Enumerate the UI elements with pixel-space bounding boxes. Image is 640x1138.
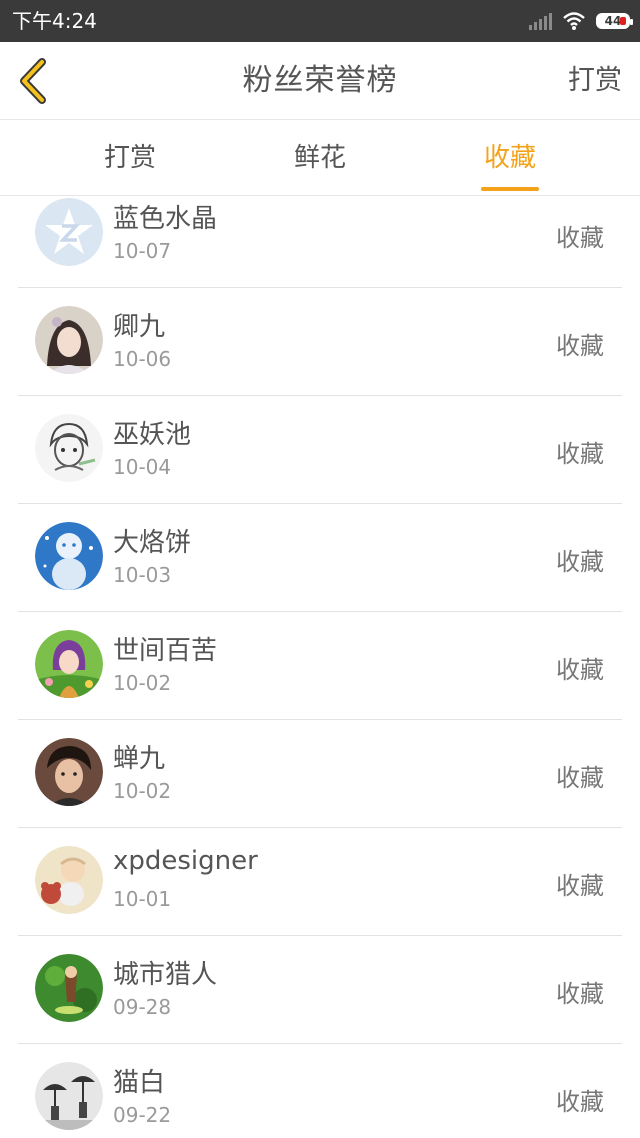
- qq-star-avatar: [35, 198, 103, 266]
- tab-label: 收藏: [483, 143, 536, 173]
- tab-flowers[interactable]: 鲜花: [260, 120, 380, 196]
- fan-name: 城市猎人: [113, 960, 218, 990]
- tab-tip[interactable]: 打赏: [70, 120, 190, 196]
- fan-name: 卿九: [113, 312, 166, 342]
- fan-tag: 收藏: [556, 548, 604, 576]
- blue-snowman-avatar: [35, 522, 103, 590]
- fan-date: 10-06: [113, 347, 172, 371]
- fan-tag: 收藏: [556, 224, 604, 252]
- fan-date: 09-22: [113, 1103, 172, 1127]
- fan-date: 10-01: [113, 887, 172, 911]
- fan-name: xpdesigner: [113, 846, 258, 876]
- list-item[interactable]: 猫白 09-22 收藏: [18, 1044, 622, 1138]
- tip-button[interactable]: 打赏: [568, 42, 622, 120]
- page-title: 粉丝荣誉榜: [242, 63, 398, 98]
- battery-icon: 44: [596, 13, 633, 29]
- fan-tag: 收藏: [556, 764, 604, 792]
- fan-name: 巫妖池: [113, 420, 192, 450]
- fan-tag: 收藏: [556, 980, 604, 1008]
- fan-tag: 收藏: [556, 332, 604, 360]
- status-time: 下午4:24: [12, 9, 97, 33]
- tab-label: 鲜花: [293, 143, 346, 173]
- fan-name: 蝉九: [113, 744, 166, 774]
- fan-date: 10-02: [113, 671, 172, 695]
- status-icons: 44: [529, 0, 633, 42]
- active-tab-indicator: [481, 187, 539, 191]
- anime-girl-avatar: [35, 630, 103, 698]
- baby-bear-avatar: [35, 846, 103, 914]
- signal-icon: [529, 12, 552, 30]
- girl-portrait-avatar: [35, 306, 103, 374]
- sketch-boy-avatar: [35, 414, 103, 482]
- list-item[interactable]: 卿九 10-06 收藏: [18, 288, 622, 396]
- fan-date: 10-04: [113, 455, 172, 479]
- fan-date: 10-07: [113, 239, 172, 263]
- tab-favorites[interactable]: 收藏: [450, 120, 570, 196]
- tab-bar: 打赏 鲜花 收藏: [0, 120, 640, 196]
- fan-date: 10-03: [113, 563, 172, 587]
- list-item[interactable]: 大烙饼 10-03 收藏: [18, 504, 622, 612]
- fan-tag: 收藏: [556, 440, 604, 468]
- game-character-avatar: [35, 954, 103, 1022]
- battery-level: 44: [604, 14, 622, 28]
- nav-header: 粉丝荣誉榜 打赏: [0, 42, 640, 120]
- fan-date: 10-02: [113, 779, 172, 803]
- wifi-icon: [563, 12, 585, 30]
- list-item[interactable]: 城市猎人 09-28 收藏: [18, 936, 622, 1044]
- status-bar: 下午4:24 44: [0, 0, 640, 42]
- list-item[interactable]: 世间百苦 10-02 收藏: [18, 612, 622, 720]
- list-item[interactable]: 巫妖池 10-04 收藏: [18, 396, 622, 504]
- umbrella-people-avatar: [35, 1062, 103, 1130]
- fan-name: 大烙饼: [113, 528, 192, 558]
- fan-name: 蓝色水晶: [113, 204, 218, 234]
- list-item[interactable]: 蓝色水晶 10-07 收藏: [18, 196, 622, 288]
- fan-tag: 收藏: [556, 656, 604, 684]
- list-item[interactable]: 蝉九 10-02 收藏: [18, 720, 622, 828]
- list-item[interactable]: xpdesigner 10-01 收藏: [18, 828, 622, 936]
- tab-label: 打赏: [103, 143, 156, 173]
- fan-date: 09-28: [113, 995, 172, 1019]
- fan-name: 猫白: [113, 1068, 166, 1098]
- fan-tag: 收藏: [556, 872, 604, 900]
- fan-name: 世间百苦: [113, 636, 218, 666]
- man-portrait-avatar: [35, 738, 103, 806]
- fan-list[interactable]: 蓝色水晶 10-07 收藏 卿九 10-06 收藏 巫妖池 10-04 收藏 大…: [0, 196, 640, 1138]
- fan-tag: 收藏: [556, 1088, 604, 1116]
